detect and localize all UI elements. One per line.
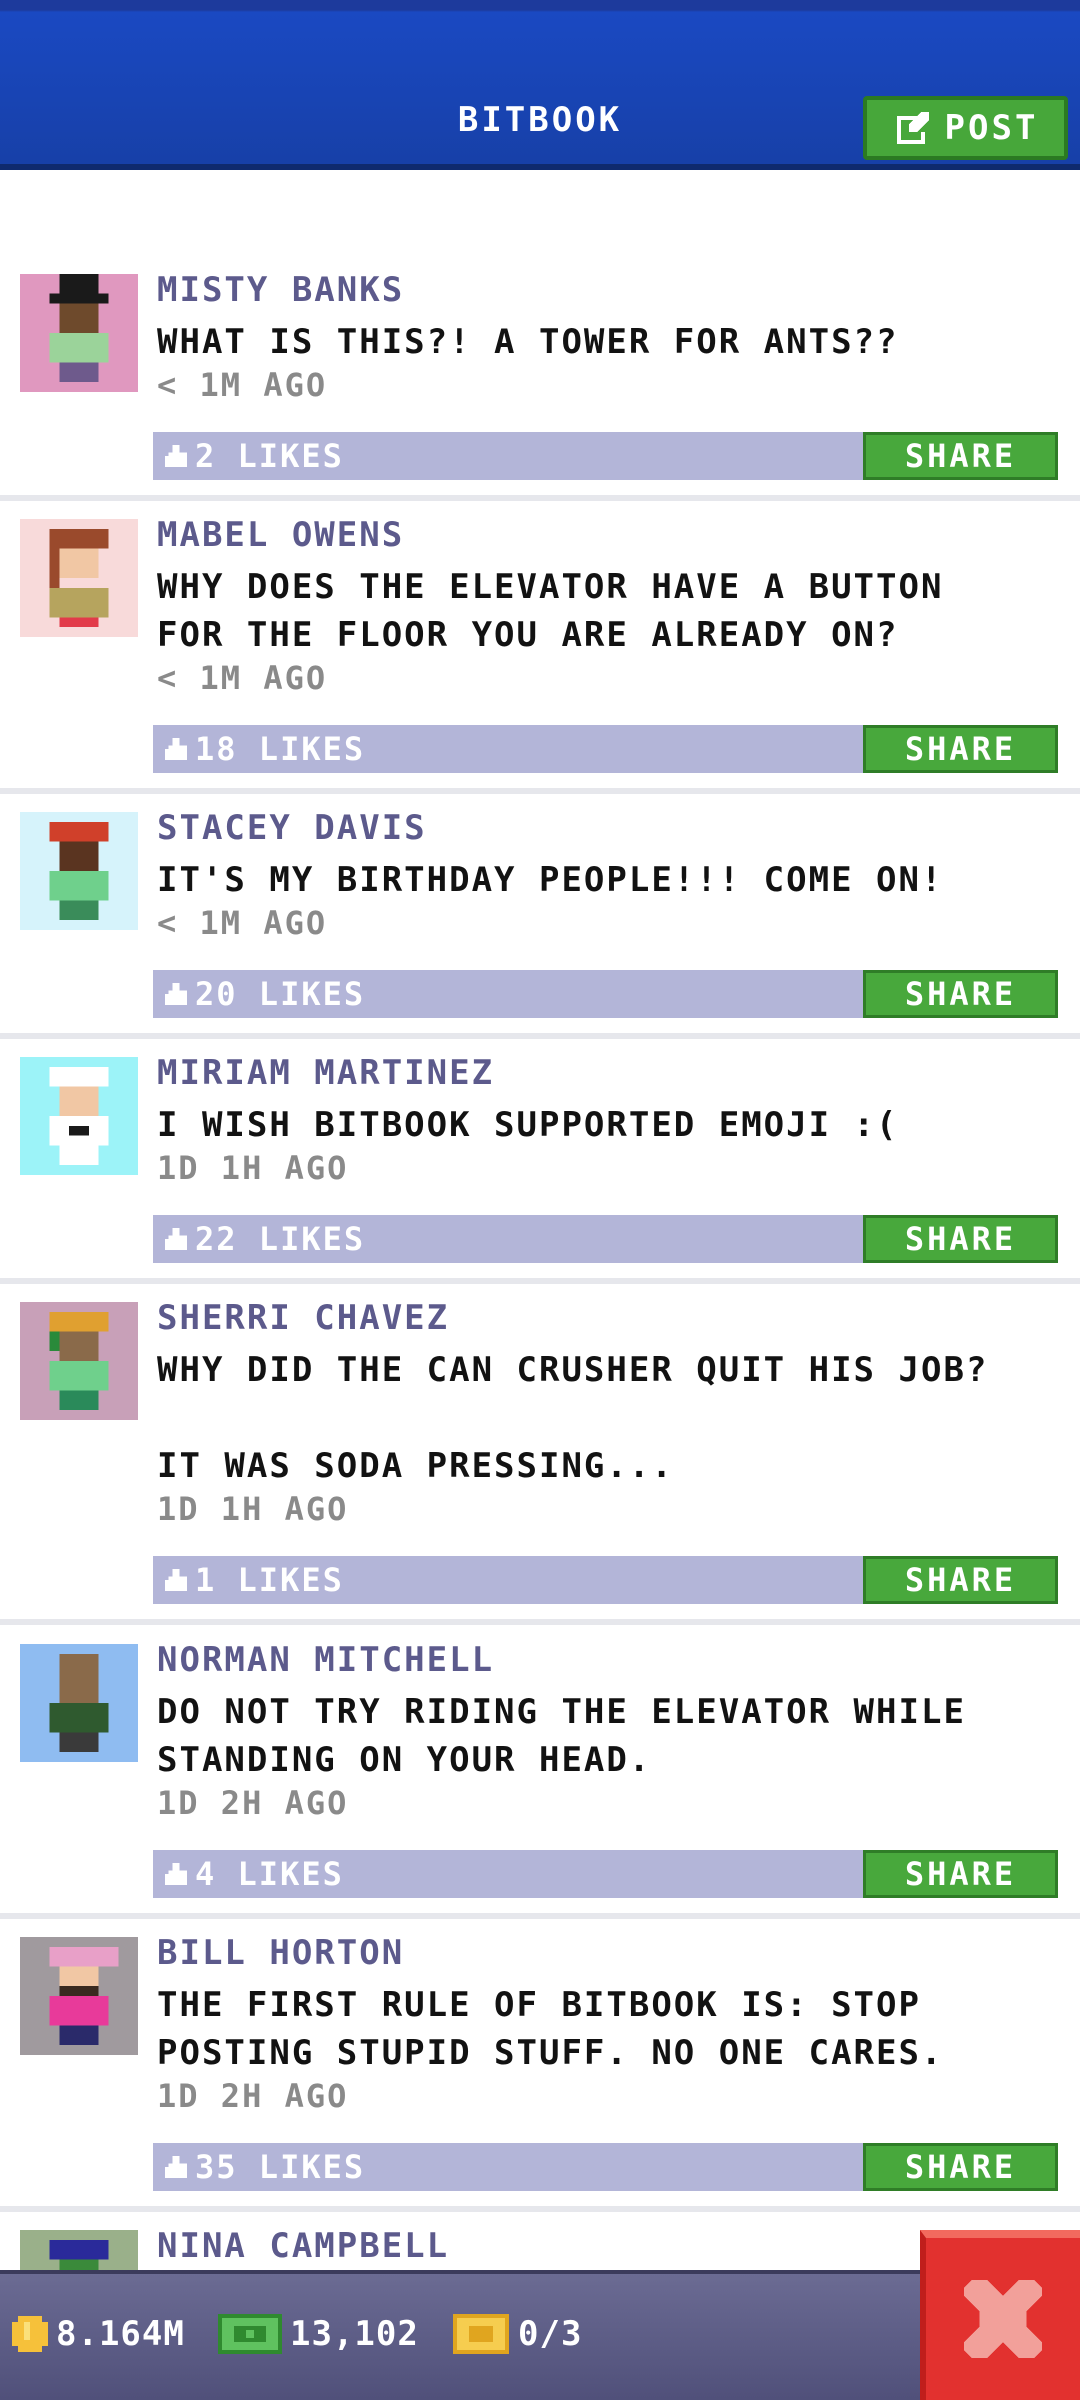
avatar[interactable] (20, 812, 138, 930)
avatar[interactable] (20, 1302, 138, 1420)
close-icon (964, 2280, 1042, 2358)
like-button[interactable]: 4 LIKES (153, 1850, 865, 1898)
post-author[interactable]: NORMAN MITCHELL (157, 1640, 494, 1680)
share-button[interactable]: SHARE (863, 970, 1058, 1018)
like-count: 1 LIKES (195, 1561, 344, 1599)
post-time: < 1M AGO (157, 904, 328, 942)
post-time: 1D 1H AGO (157, 1149, 349, 1187)
like-count: 35 LIKES (195, 2148, 366, 2186)
post-message: I WISH BITBOOK SUPPORTED EMOJI :( (157, 1105, 899, 1145)
avatar[interactable] (20, 519, 138, 637)
like-count: 18 LIKES (195, 730, 366, 768)
divider (0, 2206, 1080, 2212)
like-count: 4 LIKES (195, 1855, 344, 1893)
bux-icon (218, 2314, 282, 2354)
post-author[interactable]: MIRIAM MARTINEZ (157, 1053, 494, 1093)
like-button[interactable]: 35 LIKES (153, 2143, 865, 2191)
post-author[interactable]: MISTY BANKS (157, 270, 404, 310)
share-button[interactable]: SHARE (863, 2143, 1058, 2191)
like-button[interactable]: 18 LIKES (153, 725, 865, 773)
ticket-icon (453, 2314, 509, 2354)
post-time: 1D 2H AGO (157, 2077, 349, 2115)
like-button[interactable]: 2 LIKES (153, 432, 865, 480)
avatar[interactable] (20, 2230, 138, 2270)
thumbs-up-icon (165, 983, 187, 1005)
post-message: WHY DOES THE ELEVATOR HAVE A BUTTON FOR … (157, 567, 944, 655)
post-author[interactable]: BILL HORTON (157, 1933, 404, 1973)
coin-icon (12, 2316, 48, 2352)
like-count: 2 LIKES (195, 437, 344, 475)
status-bar: 8.164M 13,102 0/3 (0, 2270, 1080, 2400)
tickets-value: 0/3 (518, 2314, 583, 2354)
post-author[interactable]: STACEY DAVIS (157, 808, 427, 848)
thumbs-up-icon (165, 1228, 187, 1250)
post-time: 1D 1H AGO (157, 1490, 349, 1528)
like-count: 22 LIKES (195, 1220, 366, 1258)
coins-stat: 8.164M (12, 2314, 185, 2354)
avatar[interactable] (20, 1937, 138, 2055)
post-author[interactable]: SHERRI CHAVEZ (157, 1298, 449, 1338)
close-button[interactable] (920, 2230, 1080, 2400)
bux-value: 13,102 (290, 2314, 419, 2354)
divider (0, 1033, 1080, 1039)
share-button[interactable]: SHARE (863, 1215, 1058, 1263)
avatar[interactable] (20, 1644, 138, 1762)
share-button[interactable]: SHARE (863, 432, 1058, 480)
tickets-stat: 0/3 (452, 2314, 582, 2354)
post-button[interactable]: POST (863, 96, 1068, 160)
app-header: BITBOOK POST (0, 0, 1080, 170)
post-time: 1D 2H AGO (157, 1784, 349, 1822)
thumbs-up-icon (165, 445, 187, 467)
share-button[interactable]: SHARE (863, 725, 1058, 773)
divider (0, 1619, 1080, 1625)
post-message: WHY DID THE CAN CRUSHER QUIT HIS JOB? IT… (157, 1350, 989, 1486)
like-button[interactable]: 1 LIKES (153, 1556, 865, 1604)
thumbs-up-icon (165, 738, 187, 760)
post-button-label: POST (944, 108, 1039, 148)
post-message: DO NOT TRY RIDING THE ELEVATOR WHILE STA… (157, 1692, 966, 1780)
share-button[interactable]: SHARE (863, 1556, 1058, 1604)
avatar[interactable] (20, 274, 138, 392)
post-time: < 1M AGO (157, 659, 328, 697)
coins-value: 8.164M (56, 2314, 185, 2354)
share-button[interactable]: SHARE (863, 1850, 1058, 1898)
divider (0, 1278, 1080, 1284)
feed[interactable]: MISTY BANKS WHAT IS THIS?! A TOWER FOR A… (0, 170, 1080, 2270)
divider (0, 1913, 1080, 1919)
edit-icon (896, 112, 929, 144)
post-message: IT'S MY BIRTHDAY PEOPLE!!! COME ON! (157, 860, 944, 900)
bux-stat: 13,102 (218, 2314, 419, 2354)
thumbs-up-icon (165, 1863, 187, 1885)
avatar[interactable] (20, 1057, 138, 1175)
thumbs-up-icon (165, 1569, 187, 1591)
post-author[interactable]: MABEL OWENS (157, 515, 404, 555)
like-count: 20 LIKES (195, 975, 366, 1013)
like-button[interactable]: 22 LIKES (153, 1215, 865, 1263)
post-message: THE FIRST RULE OF BITBOOK IS: STOP POSTI… (157, 1985, 944, 2073)
divider (0, 495, 1080, 501)
post-time: < 1M AGO (157, 366, 328, 404)
post-author[interactable]: NINA CAMPBELL (157, 2226, 449, 2266)
post-message: WHAT IS THIS?! A TOWER FOR ANTS?? (157, 322, 899, 362)
like-button[interactable]: 20 LIKES (153, 970, 865, 1018)
thumbs-up-icon (165, 2156, 187, 2178)
divider (0, 788, 1080, 794)
